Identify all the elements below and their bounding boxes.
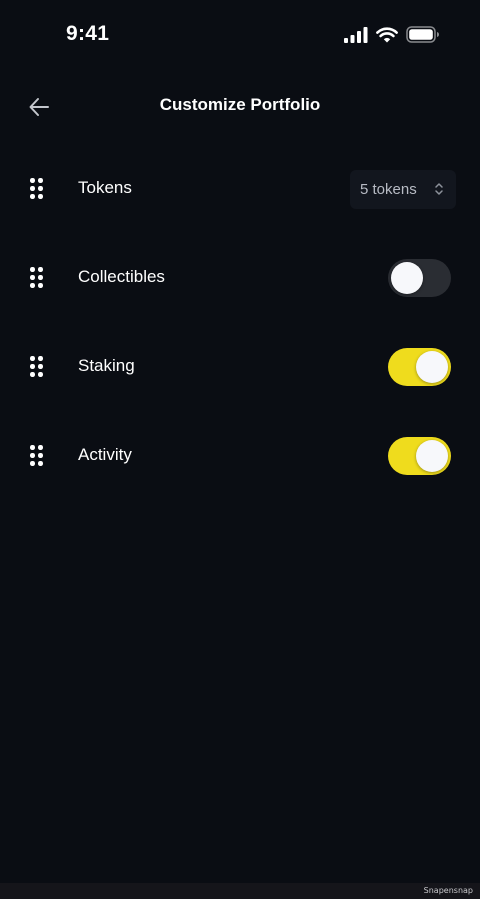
row-label: Tokens	[78, 178, 132, 197]
status-bar: 9:41	[0, 0, 480, 72]
list-item-collectibles: Collectibles	[0, 233, 480, 322]
drag-handle-icon[interactable]	[28, 177, 46, 201]
toggle-knob	[391, 262, 423, 294]
wifi-icon	[376, 26, 398, 42]
status-time: 9:41	[66, 22, 110, 45]
row-label: Activity	[78, 445, 132, 464]
watermark: Snapensnap	[423, 886, 473, 895]
drag-handle-icon[interactable]	[28, 444, 46, 468]
drag-handle-icon[interactable]	[28, 266, 46, 290]
toggle-knob	[416, 440, 448, 472]
nav-bar: Customize Portfolio	[0, 80, 480, 132]
page-title: Customize Portfolio	[159, 95, 321, 114]
activity-toggle[interactable]	[388, 437, 451, 475]
list-item-activity: Activity	[0, 411, 480, 500]
row-label: Staking	[78, 356, 135, 375]
cellular-signal-icon	[344, 26, 368, 43]
tokens-count-select[interactable]: 5 tokens	[350, 170, 456, 209]
portfolio-sections-list: Tokens 5 tokens Collectibles Staking Act…	[0, 144, 480, 500]
staking-toggle[interactable]	[388, 348, 451, 386]
row-label: Collectibles	[78, 267, 165, 286]
select-value: 5 tokens	[360, 181, 417, 198]
footer-bar: Snapensnap	[0, 883, 480, 899]
battery-icon	[406, 26, 439, 43]
chevron-up-down-icon	[435, 183, 443, 195]
collectibles-toggle[interactable]	[388, 259, 451, 297]
drag-handle-icon[interactable]	[28, 355, 46, 379]
list-item-staking: Staking	[0, 322, 480, 411]
status-icons	[344, 26, 440, 43]
toggle-knob	[416, 351, 448, 383]
list-item-tokens: Tokens 5 tokens	[0, 144, 480, 233]
